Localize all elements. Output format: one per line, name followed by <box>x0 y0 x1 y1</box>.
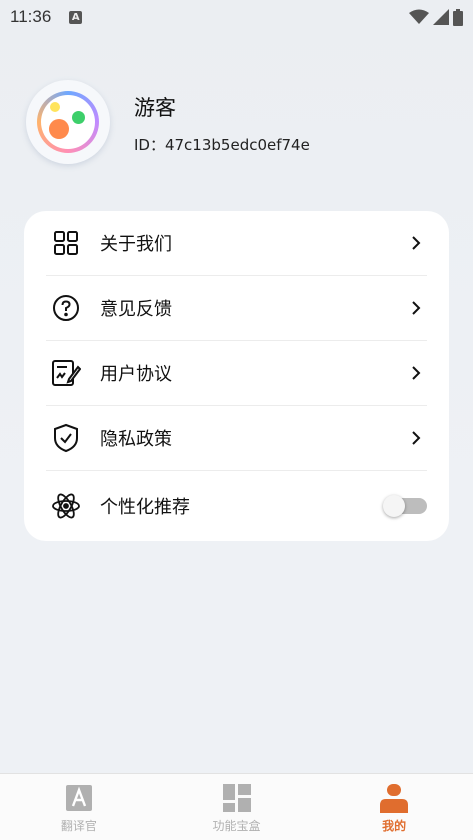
nav-tab-function-box[interactable]: 功能宝盒 <box>158 774 316 840</box>
user-id: ID：47c13b5edc0ef74e <box>134 136 310 154</box>
chevron-right-icon <box>407 429 425 447</box>
tiles-icon <box>222 783 252 813</box>
menu-item-label: 关于我们 <box>100 234 172 255</box>
menu-item-label: 用户协议 <box>100 364 172 385</box>
menu-item-label: 意见反馈 <box>100 299 172 320</box>
menu-item-feedback[interactable]: 意见反馈 <box>46 276 427 341</box>
settings-menu-card: 关于我们 意见反馈 用户协议 隐私政策 个性化推荐 <box>24 211 449 541</box>
menu-item-privacy-policy[interactable]: 隐私政策 <box>46 406 427 471</box>
personalized-recommendation-toggle[interactable] <box>383 495 427 517</box>
menu-item-personalized-recommendation: 个性化推荐 <box>46 471 427 541</box>
notification-icon: A <box>69 10 83 24</box>
chevron-right-icon <box>407 299 425 317</box>
nav-label: 我的 <box>382 819 407 833</box>
translate-a-icon <box>64 783 94 813</box>
person-icon <box>379 783 409 813</box>
atom-icon <box>50 490 82 522</box>
bottom-nav: 翻译官 功能宝盒 我的 <box>0 773 473 840</box>
status-indicators <box>409 8 463 26</box>
agreement-document-icon <box>50 357 82 389</box>
wifi-icon <box>409 9 429 24</box>
menu-item-label: 隐私政策 <box>100 429 172 450</box>
nav-tab-mine[interactable]: 我的 <box>315 774 473 840</box>
shield-check-icon <box>50 422 82 454</box>
menu-item-user-agreement[interactable]: 用户协议 <box>46 341 427 406</box>
avatar[interactable] <box>26 80 110 164</box>
chevron-right-icon <box>407 364 425 382</box>
user-name: 游客 <box>134 96 176 120</box>
profile-header[interactable]: 游客 ID：47c13b5edc0ef74e <box>26 80 456 166</box>
nav-tab-translator[interactable]: 翻译官 <box>0 774 158 840</box>
nav-label: 功能宝盒 <box>212 819 261 833</box>
signal-icon <box>433 9 449 25</box>
battery-icon <box>453 8 463 26</box>
grid-icon <box>50 227 82 259</box>
nav-label: 翻译官 <box>60 819 97 833</box>
status-time: 11:36 <box>10 7 52 26</box>
question-circle-icon <box>50 292 82 324</box>
avatar-logo-icon <box>41 95 95 149</box>
status-bar: 11:36 A <box>0 0 473 34</box>
menu-item-label: 个性化推荐 <box>100 497 190 518</box>
menu-item-about-us[interactable]: 关于我们 <box>46 211 427 276</box>
avatar-ring <box>37 91 99 153</box>
chevron-right-icon <box>407 234 425 252</box>
